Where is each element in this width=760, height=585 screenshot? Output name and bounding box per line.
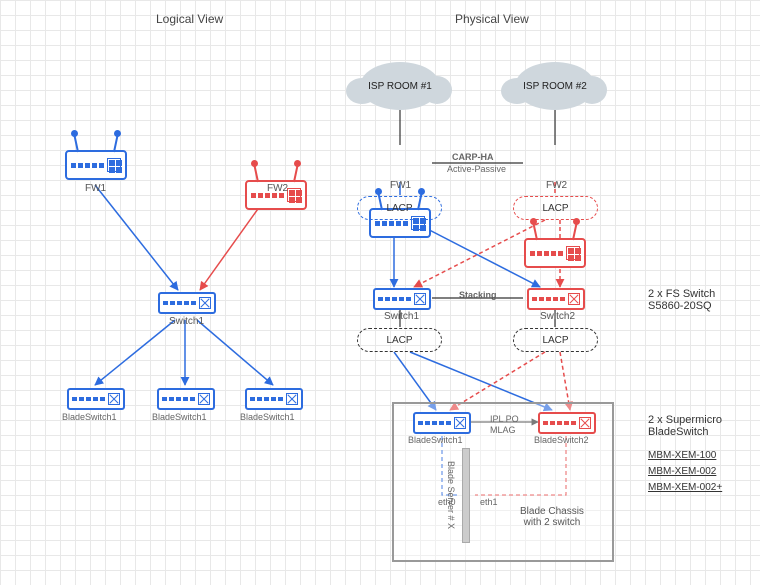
bladeswitch1-a-label: BladeSwitch1	[62, 412, 117, 422]
blade-model-link-0[interactable]: MBM-XEM-100	[648, 450, 716, 461]
eth0-label: eth0	[438, 497, 456, 507]
blade-server-label: Blade Server # X	[446, 461, 456, 529]
physical-view-title: Physical View	[455, 12, 529, 26]
lacp-fw1: LACP	[357, 196, 442, 220]
switch2-label-physical: Switch2	[540, 311, 575, 322]
bladeswitch1-a-node	[67, 388, 125, 410]
blade-model-link-1[interactable]: MBM-XEM-002	[648, 466, 716, 477]
switch1-node-physical	[373, 288, 431, 310]
eth1-label: eth1	[480, 497, 498, 507]
fw1-node-logical	[65, 150, 127, 180]
isp1-cloud: ISP ROOM #1	[360, 62, 440, 110]
isp2-label: ISP ROOM #2	[523, 81, 587, 92]
ipl-label: IPL PO	[490, 414, 519, 424]
carp-sub-label: Active-Passive	[447, 164, 506, 174]
chassis-caption: Blade Chassis with 2 switch	[520, 506, 584, 528]
bladeswitch1-label: BladeSwitch1	[408, 435, 463, 445]
lacp-sw1: LACP	[357, 328, 442, 352]
fw1-label-logical: FW1	[85, 183, 106, 194]
fs-switch-note: 2 x FS Switch S5860-20SQ	[648, 288, 715, 312]
mlag-label: MLAG	[490, 425, 516, 435]
bladeswitch1-b-node	[157, 388, 215, 410]
isp1-label: ISP ROOM #1	[368, 81, 432, 92]
switch1-node-logical	[158, 292, 216, 314]
sm-blade-note: 2 x Supermicro BladeSwitch	[648, 414, 722, 438]
fw2-label-logical: FW2	[267, 183, 288, 194]
logical-view-title: Logical View	[156, 12, 223, 26]
blade-model-link-2[interactable]: MBM-XEM-002+	[648, 482, 722, 493]
isp2-cloud: ISP ROOM #2	[515, 62, 595, 110]
switch2-node-physical	[527, 288, 585, 310]
lacp-sw2: LACP	[513, 328, 598, 352]
switch1-label-logical: Switch1	[169, 316, 204, 327]
bladeswitch2-node	[538, 412, 596, 434]
carp-ha-label: CARP-HA	[452, 152, 494, 162]
stacking-label: Stacking	[459, 290, 497, 300]
blade-server-bar	[462, 448, 470, 543]
bladeswitch1-c-node	[245, 388, 303, 410]
bladeswitch1-node	[413, 412, 471, 434]
switch1-label-physical: Switch1	[384, 311, 419, 322]
fw2-node-physical	[524, 238, 586, 268]
bladeswitch2-label: BladeSwitch2	[534, 435, 589, 445]
fw2-label-physical: FW2	[546, 180, 567, 191]
lacp-fw2: LACP	[513, 196, 598, 220]
fw1-label-physical: FW1	[390, 180, 411, 191]
bladeswitch1-c-label: BladeSwitch1	[240, 412, 295, 422]
bladeswitch1-b-label: BladeSwitch1	[152, 412, 207, 422]
